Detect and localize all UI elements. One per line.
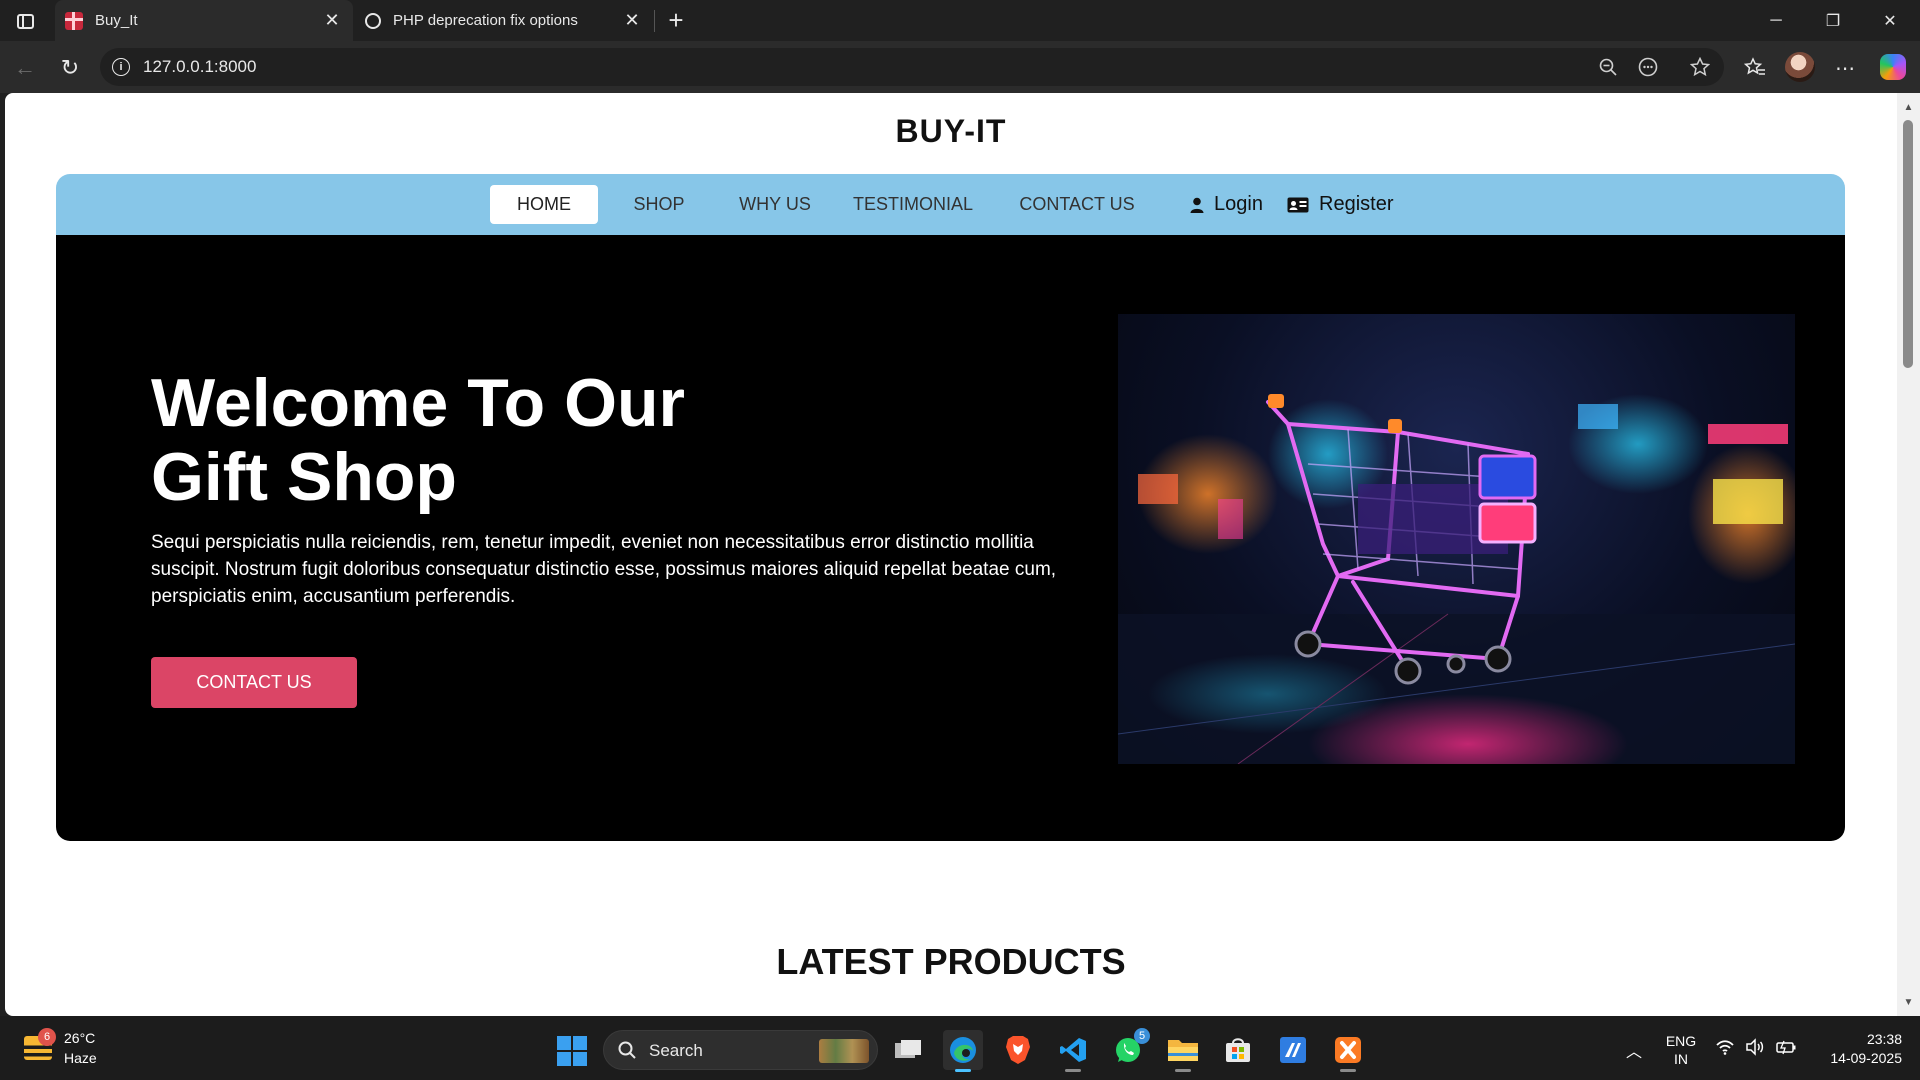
- taskbar-search[interactable]: Search: [603, 1030, 878, 1070]
- address-bar[interactable]: i 127.0.0.1:8000: [100, 48, 1724, 86]
- tab-title: PHP deprecation fix options: [393, 12, 578, 29]
- scroll-down-arrow[interactable]: ▼: [1897, 992, 1920, 1012]
- region-code: IN: [1674, 1051, 1688, 1067]
- microsoft-store-icon[interactable]: [1218, 1030, 1258, 1070]
- nav-why-us[interactable]: WHY US: [720, 185, 830, 224]
- clock-date: 14-09-2025: [1830, 1050, 1902, 1066]
- zoom-out-icon[interactable]: [1597, 56, 1619, 78]
- hero-banner: Welcome To Our Gift Shop Sequi perspicia…: [56, 235, 1845, 841]
- refresh-button[interactable]: ↻: [55, 53, 85, 83]
- brave-browser-icon[interactable]: [998, 1030, 1038, 1070]
- tab-divider: [654, 10, 655, 32]
- scroll-thumb[interactable]: [1903, 120, 1913, 368]
- register-label: Register: [1319, 193, 1394, 215]
- page-viewport: BUY-IT HOME SHOP WHY US TESTIMONIAL CONT…: [5, 93, 1897, 1016]
- search-highlight-image: [819, 1039, 869, 1063]
- user-icon: [1190, 197, 1204, 213]
- system-clock[interactable]: 23:38 14-09-2025: [1812, 1030, 1902, 1068]
- browser-toolbar: ← ↻ i 127.0.0.1:8000 ⋯: [0, 41, 1920, 93]
- wifi-icon: [1716, 1040, 1734, 1055]
- register-link[interactable]: Register: [1287, 185, 1393, 224]
- tab-title: Buy_It: [95, 12, 138, 29]
- azure-data-studio-icon[interactable]: [1273, 1030, 1313, 1070]
- reading-mode-icon[interactable]: [1637, 56, 1659, 78]
- weather-temp: 26°C: [64, 1030, 96, 1046]
- vscode-icon[interactable]: [1053, 1030, 1093, 1072]
- edge-browser-icon[interactable]: [943, 1030, 983, 1072]
- close-icon[interactable]: ✕: [621, 10, 643, 32]
- page-scrollbar[interactable]: ▲ ▼: [1897, 93, 1920, 1016]
- search-icon: [618, 1041, 636, 1059]
- file-explorer-icon[interactable]: [1163, 1030, 1203, 1072]
- neon-shopping-cart-image: [1118, 314, 1795, 764]
- latest-products-heading: LATEST PRODUCTS: [776, 941, 1126, 982]
- whatsapp-icon[interactable]: 5: [1108, 1028, 1150, 1070]
- notification-badge: 6: [38, 1028, 56, 1046]
- id-card-icon: [1287, 197, 1309, 213]
- scroll-up-arrow[interactable]: ▲: [1897, 97, 1920, 117]
- task-view-icon[interactable]: [888, 1030, 928, 1070]
- hero-description: Sequi perspiciatis nulla reiciendis, rem…: [151, 532, 1057, 607]
- hero-title: Welcome To Our Gift Shop: [151, 365, 686, 515]
- back-button[interactable]: ←: [10, 53, 40, 83]
- tab-php-deprecation[interactable]: PHP deprecation fix options ✕: [355, 0, 653, 41]
- weather-condition: Haze: [64, 1050, 97, 1066]
- gift-icon: [65, 11, 83, 30]
- chevron-up-icon[interactable]: ︿: [1622, 1038, 1646, 1062]
- login-link[interactable]: Login: [1190, 185, 1263, 224]
- language-code: ENG: [1665, 1033, 1697, 1049]
- restore-button[interactable]: ❐: [1805, 0, 1861, 41]
- browser-tab-bar: Buy_It ✕ PHP deprecation fix options ✕ +…: [0, 0, 1920, 41]
- url-text[interactable]: 127.0.0.1:8000: [143, 57, 256, 77]
- login-label: Login: [1214, 193, 1263, 215]
- tab-actions-icon[interactable]: [12, 8, 38, 34]
- site-navbar: HOME SHOP WHY US TESTIMONIAL CONTACT US …: [56, 174, 1845, 235]
- site-brand[interactable]: BUY-IT: [5, 113, 1897, 150]
- language-indicator[interactable]: ENG IN: [1664, 1032, 1698, 1068]
- nav-shop[interactable]: SHOP: [618, 185, 700, 224]
- nav-testimonial[interactable]: TESTIMONIAL: [846, 185, 980, 224]
- nav-contact-us[interactable]: CONTACT US: [1002, 185, 1152, 224]
- favorite-star-icon[interactable]: [1689, 56, 1711, 78]
- windows-taskbar: 6 26°C Haze Search 5 ︿ ENG IN 23:38 14-0…: [0, 1016, 1920, 1080]
- nav-home[interactable]: HOME: [490, 185, 598, 224]
- clock-time: 23:38: [1866, 1031, 1902, 1047]
- favorites-icon[interactable]: [1740, 53, 1770, 83]
- search-label: Search: [649, 1041, 703, 1060]
- tab-buy-it[interactable]: Buy_It ✕: [55, 0, 353, 41]
- windows-start-icon[interactable]: [557, 1036, 587, 1066]
- minimize-button[interactable]: ─: [1748, 0, 1804, 41]
- system-tray[interactable]: [1715, 1038, 1797, 1056]
- close-icon[interactable]: ✕: [321, 10, 343, 32]
- chatgpt-icon: [365, 12, 381, 29]
- copilot-icon[interactable]: [1880, 54, 1906, 80]
- whatsapp-badge: 5: [1134, 1028, 1150, 1044]
- battery-icon: [1776, 1040, 1796, 1055]
- xampp-icon[interactable]: [1328, 1030, 1368, 1072]
- volume-icon: [1746, 1038, 1764, 1056]
- contact-us-button[interactable]: CONTACT US: [151, 657, 357, 708]
- more-menu-icon[interactable]: ⋯: [1830, 53, 1860, 83]
- close-window-button[interactable]: ✕: [1862, 0, 1918, 41]
- site-info-icon[interactable]: i: [112, 58, 130, 76]
- weather-widget[interactable]: 6 26°C Haze: [20, 1028, 140, 1070]
- new-tab-button[interactable]: +: [662, 5, 690, 35]
- profile-avatar[interactable]: [1785, 52, 1815, 82]
